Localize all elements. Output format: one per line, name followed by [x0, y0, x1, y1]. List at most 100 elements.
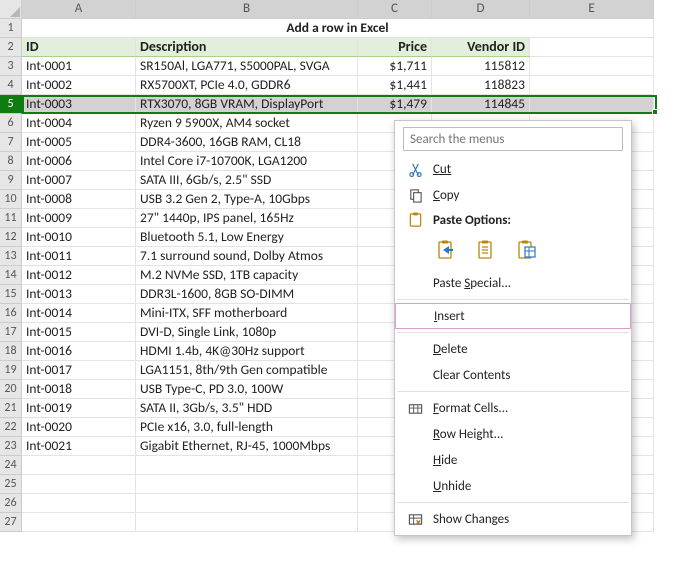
- row-header[interactable]: 6: [0, 114, 22, 133]
- row-header[interactable]: 3: [0, 57, 22, 76]
- cell-id[interactable]: Int-0014: [22, 304, 136, 323]
- row-header[interactable]: 16: [0, 304, 22, 323]
- cell-desc[interactable]: RX5700XT, PCIe 4.0, GDDR6: [136, 76, 358, 95]
- col-header-a[interactable]: A: [22, 0, 136, 19]
- paste-option-formatting[interactable]: [513, 236, 541, 264]
- cell-vendor[interactable]: 118823: [432, 76, 530, 95]
- col-header-e[interactable]: E: [530, 0, 654, 19]
- cell-id[interactable]: Int-0010: [22, 228, 136, 247]
- row-header[interactable]: 2: [0, 38, 22, 57]
- cell-desc[interactable]: PCIe x16, 3.0, full-length: [136, 418, 358, 437]
- cell-desc[interactable]: Mini-ITX, SFF motherboard: [136, 304, 358, 323]
- menu-cut[interactable]: Cut: [395, 156, 631, 182]
- cell-id[interactable]: Int-0009: [22, 209, 136, 228]
- menu-copy[interactable]: Copy: [395, 182, 631, 208]
- cell-id[interactable]: Int-0019: [22, 399, 136, 418]
- cell-desc[interactable]: USB 3.2 Gen 2, Type-A, 10Gbps: [136, 190, 358, 209]
- menu-format-cells[interactable]: Format Cells...: [395, 395, 631, 421]
- menu-paste-special[interactable]: Paste Special...: [395, 270, 631, 296]
- cell[interactable]: [22, 494, 136, 513]
- row-header[interactable]: 5: [0, 95, 22, 114]
- row-header[interactable]: 27: [0, 513, 22, 532]
- row-header[interactable]: 21: [0, 399, 22, 418]
- row-header[interactable]: 11: [0, 209, 22, 228]
- col-header-b[interactable]: B: [136, 0, 358, 19]
- cell-id[interactable]: Int-0011: [22, 247, 136, 266]
- row-header[interactable]: 14: [0, 266, 22, 285]
- cell-desc[interactable]: SATA II, 3Gb/s, 3.5" HDD: [136, 399, 358, 418]
- cell-desc[interactable]: Gigabit Ethernet, RJ-45, 1000Mbps: [136, 437, 358, 456]
- cell-desc[interactable]: 27" 1440p, IPS panel, 165Hz: [136, 209, 358, 228]
- cell-vendor[interactable]: 115812: [432, 57, 530, 76]
- cell-desc[interactable]: Bluetooth 5.1, Low Energy: [136, 228, 358, 247]
- menu-unhide[interactable]: Unhide: [395, 473, 631, 499]
- cell[interactable]: [22, 456, 136, 475]
- cell-desc[interactable]: DDR3L-1600, 8GB SO-DIMM: [136, 285, 358, 304]
- column-header-desc[interactable]: Description: [136, 38, 358, 57]
- cell-desc[interactable]: LGA1151, 8th/9th Gen compatible: [136, 361, 358, 380]
- col-header-c[interactable]: C: [358, 0, 432, 19]
- cell-id[interactable]: Int-0007: [22, 171, 136, 190]
- menu-delete[interactable]: Delete: [395, 336, 631, 362]
- cell-id[interactable]: Int-0013: [22, 285, 136, 304]
- cell-price[interactable]: $1,479: [358, 95, 432, 114]
- cell-price[interactable]: $1,441: [358, 76, 432, 95]
- row-header[interactable]: 7: [0, 133, 22, 152]
- paste-option-default[interactable]: [433, 236, 461, 264]
- row-header[interactable]: 10: [0, 190, 22, 209]
- cell[interactable]: [136, 513, 358, 532]
- row-header[interactable]: 18: [0, 342, 22, 361]
- cell[interactable]: [136, 456, 358, 475]
- cell-id[interactable]: Int-0008: [22, 190, 136, 209]
- cell[interactable]: [530, 57, 654, 76]
- cell[interactable]: [530, 76, 654, 95]
- row-header[interactable]: 4: [0, 76, 22, 95]
- cell-id[interactable]: Int-0002: [22, 76, 136, 95]
- cell[interactable]: [22, 513, 136, 532]
- cell-id[interactable]: Int-0005: [22, 133, 136, 152]
- cell-desc[interactable]: USB Type-C, PD 3.0, 100W: [136, 380, 358, 399]
- cell[interactable]: [530, 38, 654, 57]
- row-header[interactable]: 20: [0, 380, 22, 399]
- row-header[interactable]: 17: [0, 323, 22, 342]
- row-header[interactable]: 25: [0, 475, 22, 494]
- cell-id[interactable]: Int-0021: [22, 437, 136, 456]
- row-header[interactable]: 23: [0, 437, 22, 456]
- cell[interactable]: [136, 494, 358, 513]
- cell-desc[interactable]: DDR4-3600, 16GB RAM, CL18: [136, 133, 358, 152]
- cell-id[interactable]: Int-0015: [22, 323, 136, 342]
- cell-id[interactable]: Int-0020: [22, 418, 136, 437]
- row-header[interactable]: 24: [0, 456, 22, 475]
- col-header-d[interactable]: D: [432, 0, 530, 19]
- row-header[interactable]: 15: [0, 285, 22, 304]
- menu-search-input[interactable]: [403, 127, 623, 151]
- cell-id[interactable]: Int-0001: [22, 57, 136, 76]
- cell-id[interactable]: Int-0017: [22, 361, 136, 380]
- select-all-corner[interactable]: [0, 0, 22, 19]
- cell-id[interactable]: Int-0012: [22, 266, 136, 285]
- cell-desc[interactable]: SR150Al, LGA771, S5000PAL, SVGA: [136, 57, 358, 76]
- row-header[interactable]: 1: [0, 19, 22, 38]
- cell-vendor[interactable]: 114845: [432, 95, 530, 114]
- row-header[interactable]: 13: [0, 247, 22, 266]
- cell-price[interactable]: $1,711: [358, 57, 432, 76]
- cell-desc[interactable]: HDMI 1.4b, 4K@30Hz support: [136, 342, 358, 361]
- cell-desc[interactable]: M.2 NVMe SSD, 1TB capacity: [136, 266, 358, 285]
- cell-desc[interactable]: Intel Core i7-10700K, LGA1200: [136, 152, 358, 171]
- menu-show-changes[interactable]: Show Changes: [395, 506, 631, 532]
- cell-id[interactable]: Int-0004: [22, 114, 136, 133]
- cell-desc[interactable]: DVI-D, Single Link, 1080p: [136, 323, 358, 342]
- menu-insert[interactable]: Insert: [395, 303, 631, 329]
- cell-desc[interactable]: RTX3070, 8GB VRAM, DisplayPort: [136, 95, 358, 114]
- column-header-price[interactable]: Price: [358, 38, 432, 57]
- cell-desc[interactable]: 7.1 surround sound, Dolby Atmos: [136, 247, 358, 266]
- menu-row-height[interactable]: Row Height...: [395, 421, 631, 447]
- row-header[interactable]: 9: [0, 171, 22, 190]
- cell-desc[interactable]: SATA III, 6Gb/s, 2.5" SSD: [136, 171, 358, 190]
- row-header[interactable]: 12: [0, 228, 22, 247]
- row-header[interactable]: 19: [0, 361, 22, 380]
- cell-id[interactable]: Int-0016: [22, 342, 136, 361]
- paste-option-values[interactable]: [473, 236, 501, 264]
- menu-clear-contents[interactable]: Clear Contents: [395, 362, 631, 388]
- cell-id[interactable]: Int-0006: [22, 152, 136, 171]
